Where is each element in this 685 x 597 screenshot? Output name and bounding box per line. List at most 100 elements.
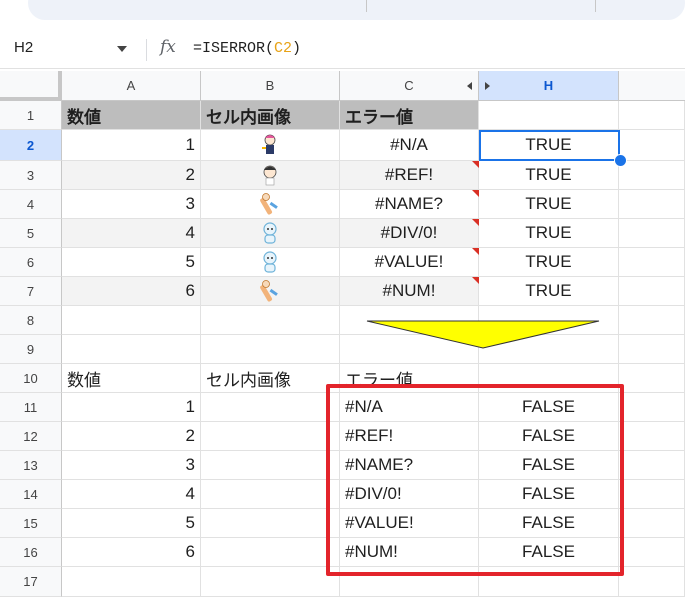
table1-result-cell[interactable]: TRUE bbox=[479, 219, 619, 248]
table1-result-cell[interactable]: TRUE bbox=[479, 161, 619, 190]
grid-cell[interactable] bbox=[619, 190, 685, 219]
table1-error-cell[interactable]: #N/A bbox=[340, 130, 479, 161]
table1-image-cell[interactable] bbox=[201, 130, 340, 161]
row-header-4[interactable]: 4 bbox=[0, 190, 62, 219]
table2-number-cell[interactable]: 3 bbox=[62, 451, 201, 480]
name-box-dropdown-icon[interactable] bbox=[117, 46, 127, 52]
table1-header-number[interactable]: 数値 bbox=[62, 101, 201, 130]
comment-indicator-icon[interactable] bbox=[472, 277, 479, 284]
table1-number-cell[interactable]: 4 bbox=[62, 219, 201, 248]
grid-cell[interactable] bbox=[619, 538, 685, 567]
table1-image-cell[interactable] bbox=[201, 190, 340, 219]
table1-error-cell[interactable]: #NAME? bbox=[340, 190, 479, 219]
column-header-b[interactable]: B bbox=[201, 71, 340, 101]
column-header-c[interactable]: C bbox=[340, 71, 479, 101]
active-cell-selection[interactable] bbox=[479, 130, 620, 161]
row-header-15[interactable]: 15 bbox=[0, 509, 62, 538]
grid-cell[interactable] bbox=[619, 509, 685, 538]
hidden-columns-left-arrow-icon[interactable] bbox=[467, 82, 472, 90]
grid-cell[interactable] bbox=[619, 480, 685, 509]
row-header-2[interactable]: 2 bbox=[0, 130, 62, 161]
table1-result-cell[interactable]: TRUE bbox=[479, 248, 619, 277]
table1-number-cell[interactable]: 2 bbox=[62, 161, 201, 190]
table2-number-cell[interactable]: 4 bbox=[62, 480, 201, 509]
table1-error-cell[interactable]: #DIV/0! bbox=[340, 219, 479, 248]
row-header-17[interactable]: 17 bbox=[0, 567, 62, 597]
table2-number-cell[interactable]: 2 bbox=[62, 422, 201, 451]
row-header-11[interactable]: 11 bbox=[0, 393, 62, 422]
comment-indicator-icon[interactable] bbox=[472, 161, 479, 168]
table2-header-number[interactable]: 数値 bbox=[62, 364, 201, 393]
grid-cell[interactable] bbox=[619, 451, 685, 480]
grid-cell[interactable] bbox=[619, 306, 685, 335]
table2-image-cell[interactable] bbox=[201, 451, 340, 480]
table2-image-cell[interactable] bbox=[201, 480, 340, 509]
grid-cell[interactable] bbox=[619, 130, 685, 161]
row-header-16[interactable]: 16 bbox=[0, 538, 62, 567]
grid-cell[interactable] bbox=[201, 567, 340, 597]
row-header-9[interactable]: 9 bbox=[0, 335, 62, 364]
row-header-10[interactable]: 10 bbox=[0, 364, 62, 393]
table2-image-cell[interactable] bbox=[201, 422, 340, 451]
table1-header-error[interactable]: エラー値 bbox=[340, 101, 479, 130]
grid-cell[interactable] bbox=[62, 335, 201, 364]
grid-cell[interactable] bbox=[479, 101, 619, 130]
table2-number-cell[interactable]: 1 bbox=[62, 393, 201, 422]
formula-input[interactable]: =ISERROR(C2) bbox=[193, 40, 301, 57]
row-header-12[interactable]: 12 bbox=[0, 422, 62, 451]
grid-cell[interactable] bbox=[619, 161, 685, 190]
table1-image-cell[interactable] bbox=[201, 248, 340, 277]
grid-cell[interactable] bbox=[619, 393, 685, 422]
comment-indicator-icon[interactable] bbox=[472, 219, 479, 226]
grid-cell[interactable] bbox=[62, 306, 201, 335]
row-header-8[interactable]: 8 bbox=[0, 306, 62, 335]
column-header-h[interactable]: H bbox=[479, 71, 619, 101]
column-header-a[interactable]: A bbox=[62, 71, 201, 101]
row-header-13[interactable]: 13 bbox=[0, 451, 62, 480]
comment-indicator-icon[interactable] bbox=[472, 248, 479, 255]
grid-cell[interactable] bbox=[619, 567, 685, 597]
row-header-7[interactable]: 7 bbox=[0, 277, 62, 306]
table1-result-cell[interactable]: TRUE bbox=[479, 277, 619, 306]
row-header-5[interactable]: 5 bbox=[0, 219, 62, 248]
table1-error-cell[interactable]: #REF! bbox=[340, 161, 479, 190]
grid-cell[interactable] bbox=[201, 306, 340, 335]
select-all-corner[interactable] bbox=[0, 71, 62, 101]
row-header-14[interactable]: 14 bbox=[0, 480, 62, 509]
table2-image-cell[interactable] bbox=[201, 538, 340, 567]
grid-cell[interactable] bbox=[619, 277, 685, 306]
grid-cell[interactable] bbox=[619, 248, 685, 277]
column-header-next[interactable] bbox=[619, 71, 685, 101]
name-box[interactable]: H2 bbox=[14, 39, 33, 56]
grid-cell[interactable] bbox=[619, 101, 685, 130]
table1-result-cell[interactable]: TRUE bbox=[479, 190, 619, 219]
table1-number-cell[interactable]: 3 bbox=[62, 190, 201, 219]
row-header-3[interactable]: 3 bbox=[0, 161, 62, 190]
table2-header-image[interactable]: セル内画像 bbox=[201, 364, 340, 393]
grid-cell[interactable] bbox=[619, 364, 685, 393]
table2-number-cell[interactable]: 6 bbox=[62, 538, 201, 567]
grid-cell[interactable] bbox=[619, 422, 685, 451]
comment-indicator-icon[interactable] bbox=[472, 190, 479, 197]
table1-image-cell[interactable] bbox=[201, 219, 340, 248]
table2-image-cell[interactable] bbox=[201, 509, 340, 538]
hidden-columns-right-arrow-icon[interactable] bbox=[485, 82, 490, 90]
table1-image-cell[interactable] bbox=[201, 161, 340, 190]
grid-cell[interactable] bbox=[62, 567, 201, 597]
grid-cell[interactable] bbox=[619, 335, 685, 364]
table1-image-cell[interactable] bbox=[201, 277, 340, 306]
table1-header-image[interactable]: セル内画像 bbox=[201, 101, 340, 130]
fill-handle[interactable] bbox=[614, 154, 627, 167]
table1-error-cell[interactable]: #VALUE! bbox=[340, 248, 479, 277]
table1-number-cell[interactable]: 1 bbox=[62, 130, 201, 161]
toolbar-separator bbox=[595, 0, 596, 12]
table2-image-cell[interactable] bbox=[201, 393, 340, 422]
row-header-6[interactable]: 6 bbox=[0, 248, 62, 277]
row-header-1[interactable]: 1 bbox=[0, 101, 62, 130]
grid-cell[interactable] bbox=[619, 219, 685, 248]
table1-number-cell[interactable]: 5 bbox=[62, 248, 201, 277]
table2-number-cell[interactable]: 5 bbox=[62, 509, 201, 538]
table1-error-cell[interactable]: #NUM! bbox=[340, 277, 479, 306]
grid-cell[interactable] bbox=[201, 335, 340, 364]
table1-number-cell[interactable]: 6 bbox=[62, 277, 201, 306]
